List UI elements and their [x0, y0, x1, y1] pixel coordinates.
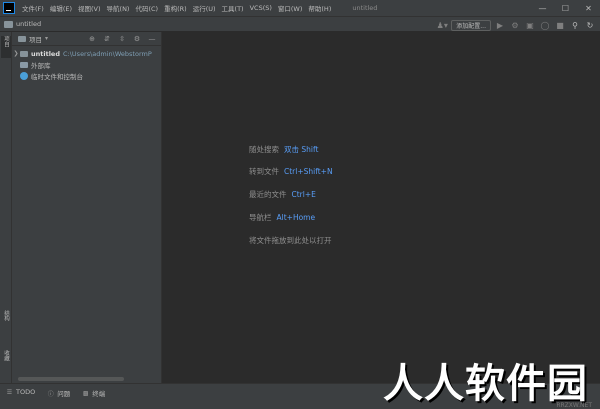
folder-icon [20, 50, 28, 57]
hint-shortcut: 双击 Shift [284, 145, 319, 154]
chevron-down-icon[interactable]: ▾ [45, 35, 48, 42]
breadcrumb-project[interactable]: untitled [16, 20, 41, 28]
collapse-all-icon[interactable]: ⇳ [117, 33, 127, 44]
tool-tab-structure[interactable]: 结构 [1, 310, 11, 332]
menu-edit[interactable]: 编辑(E) [47, 3, 75, 13]
profile-icon[interactable]: ◯ [539, 19, 551, 31]
tree-scratches-label: 临时文件和控制台 [31, 72, 83, 81]
tree-root-path: C:\Users\admin\WebstormP [63, 49, 152, 58]
coverage-icon[interactable]: ▣ [524, 19, 536, 31]
menu-refactor[interactable]: 重构(R) [161, 3, 190, 13]
window-controls: — ☐ ✕ [531, 0, 600, 16]
menu-help[interactable]: 帮助(H) [305, 3, 334, 13]
tree-item-project-root[interactable]: ❯ untitled C:\Users\admin\WebstormP [12, 48, 161, 59]
menu-file[interactable]: 文件(F) [19, 3, 47, 13]
editor-empty-area[interactable]: 随处搜索 双击 Shift 转到文件 Ctrl+Shift+N 最近的文件 Ctrl+… [163, 32, 600, 383]
hint-shortcut: Ctrl+Shift+N [284, 167, 333, 176]
locate-icon[interactable]: ⊕ [87, 33, 97, 44]
search-icon[interactable]: ⚲ [569, 19, 581, 31]
tool-tab-project[interactable]: 项目 [1, 36, 11, 58]
hint-shortcut: Alt+Home [276, 213, 316, 222]
menu-vcs[interactable]: VCS(S) [247, 4, 275, 12]
gear-icon[interactable]: ⚙ [132, 33, 142, 44]
folder-icon [4, 20, 13, 28]
horizontal-scrollbar[interactable] [18, 377, 124, 381]
scratches-icon [20, 71, 28, 80]
expand-all-icon[interactable]: ⇵ [102, 33, 112, 44]
hint-goto-file: 转到文件 Ctrl+Shift+N [249, 166, 333, 177]
menu-run[interactable]: 运行(U) [190, 3, 219, 13]
left-tool-strip: 项目 结构 收藏 [0, 32, 12, 383]
close-icon[interactable]: ✕ [577, 0, 600, 16]
hint-shortcut: Ctrl+E [291, 190, 316, 199]
add-configuration-button[interactable]: 添加配置... [451, 19, 491, 31]
hint-search-everywhere: 随处搜索 双击 Shift [249, 144, 318, 155]
menu-window[interactable]: 窗口(W) [275, 3, 306, 13]
hint-label: 将文件拖放到此处以打开 [249, 236, 332, 245]
user-icon[interactable]: ♟▾ [436, 19, 448, 31]
hint-label: 最近的文件 [249, 190, 287, 199]
menu-bar: 文件(F) 编辑(E) 视图(V) 导航(N) 代码(C) 重构(R) 运行(U… [0, 0, 600, 16]
tool-tab-terminal[interactable]: ▩ 终端 [82, 388, 105, 399]
library-icon [20, 61, 28, 68]
update-icon[interactable]: ↻ [584, 19, 596, 31]
terminal-icon: ▩ [82, 389, 89, 397]
minimize-icon[interactable]: — [531, 0, 554, 16]
hint-navigation-bar: 导航栏 Alt+Home [249, 212, 315, 223]
project-panel-header: 项目 ▾ ⊕ ⇵ ⇳ ⚙ — [12, 32, 161, 46]
tree-item-scratches[interactable]: 临时文件和控制台 [12, 70, 161, 81]
menu-navigate[interactable]: 导航(N) [104, 3, 133, 13]
hint-label: 转到文件 [249, 167, 279, 176]
menu-code[interactable]: 代码(C) [132, 3, 161, 13]
project-view-icon [18, 35, 26, 42]
tool-tab-favorites[interactable]: 收藏 [1, 350, 11, 376]
project-panel-title[interactable]: 项目 [29, 34, 42, 44]
tree-external-libs-label: 外部库 [31, 61, 51, 70]
tree-root-name: untitled [31, 49, 60, 58]
menu-tools[interactable]: 工具(T) [219, 3, 247, 13]
maximize-icon[interactable]: ☐ [554, 0, 577, 16]
stop-icon[interactable]: ■ [554, 19, 566, 31]
project-panel: 项目 ▾ ⊕ ⇵ ⇳ ⚙ — ❯ untitled C:\Users\admin… [12, 32, 162, 383]
info-icon: ⓘ [47, 390, 54, 398]
hide-icon[interactable]: — [147, 33, 157, 44]
webstorm-logo-icon [3, 2, 15, 14]
window-title: untitled [352, 4, 378, 12]
tool-tab-todo[interactable]: ☰ TODO [6, 388, 35, 396]
hint-label: 随处搜索 [249, 145, 279, 154]
hint-drop-files: 将文件拖放到此处以打开 [249, 235, 332, 246]
chevron-right-icon[interactable]: ❯ [12, 50, 20, 57]
debug-icon[interactable]: ⚙ [509, 19, 521, 31]
navigation-bar: untitled ♟▾ 添加配置... ▶ ⚙ ▣ ◯ ■ ⚲ ↻ [0, 16, 600, 32]
tool-tab-problems[interactable]: ⓘ 问题 [47, 388, 71, 398]
list-icon: ☰ [6, 388, 13, 396]
project-panel-tools: ⊕ ⇵ ⇳ ⚙ — [87, 33, 157, 44]
watermark-url: RRZXW.NET [556, 402, 592, 409]
run-toolbar: ♟▾ 添加配置... ▶ ⚙ ▣ ◯ ■ ⚲ ↻ [436, 18, 596, 32]
menu-view[interactable]: 视图(V) [75, 3, 104, 13]
tree-item-external-libraries[interactable]: 外部库 [12, 59, 161, 70]
run-icon[interactable]: ▶ [494, 19, 506, 31]
hint-recent-files: 最近的文件 Ctrl+E [249, 189, 316, 200]
hint-label: 导航栏 [249, 213, 272, 222]
watermark-logo: 人人软件园 [383, 361, 588, 407]
